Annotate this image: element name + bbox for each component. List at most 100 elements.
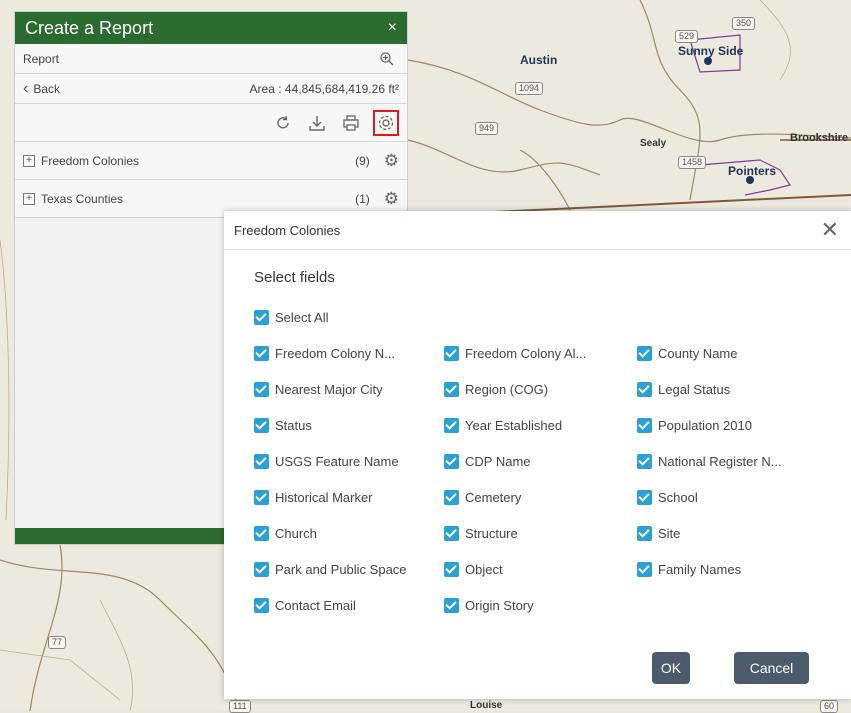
checkbox-label: Object (465, 562, 503, 577)
map-point-sunny-side[interactable] (704, 57, 712, 65)
refresh-icon[interactable] (271, 111, 295, 135)
field-checkbox[interactable]: USGS Feature Name (254, 454, 399, 469)
checkbox-checked-icon[interactable] (637, 418, 652, 433)
field-checkbox[interactable]: School (637, 490, 698, 505)
panel-close-icon[interactable]: × (388, 19, 397, 37)
field-checkbox[interactable]: Object (444, 562, 503, 577)
checkbox-label: Park and Public Space (275, 562, 407, 577)
checkbox-checked-icon[interactable] (254, 454, 269, 469)
checkbox-checked-icon[interactable] (637, 526, 652, 541)
checkbox-checked-icon[interactable] (254, 382, 269, 397)
checkbox-label: Nearest Major City (275, 382, 383, 397)
panel-header: Create a Report × (15, 12, 407, 44)
layer-count: (9) (355, 153, 370, 168)
field-checkbox[interactable]: Park and Public Space (254, 562, 407, 577)
checkbox-label: Family Names (658, 562, 742, 577)
zoom-in-icon[interactable] (375, 47, 399, 71)
field-checkbox[interactable]: Freedom Colony N... (254, 346, 395, 361)
checkbox-label: Freedom Colony Al... (465, 346, 587, 361)
field-checkbox[interactable]: Family Names (637, 562, 741, 577)
report-toolbar (15, 104, 407, 142)
checkbox-checked-icon[interactable] (254, 562, 269, 577)
map-shield: 949 (475, 122, 499, 135)
layer-name: Texas Counties (41, 191, 124, 206)
checkbox-label: Origin Story (465, 598, 534, 613)
field-checkbox[interactable]: Region (COG) (444, 382, 548, 397)
checkbox-label: County Name (658, 346, 738, 361)
field-checkbox[interactable]: Church (254, 526, 317, 541)
checkbox-checked-icon[interactable] (254, 346, 269, 361)
field-checkbox[interactable]: Status (254, 418, 312, 433)
field-checkbox[interactable]: Historical Marker (254, 490, 373, 505)
checkbox-label: Contact Email (275, 598, 356, 613)
layer-row-freedom-colonies[interactable]: + Freedom Colonies (9) ⚙ (15, 142, 407, 180)
field-checkbox[interactable]: Legal Status (637, 382, 730, 397)
expand-icon[interactable]: + (23, 154, 35, 167)
checkbox-label: CDP Name (465, 454, 531, 469)
map-label-austin: Austin (520, 53, 558, 67)
checkbox-label: Structure (465, 526, 518, 541)
checkbox-checked-icon[interactable] (444, 382, 459, 397)
layer-gear-icon[interactable]: ⚙ (384, 151, 399, 171)
checkbox-checked-icon[interactable] (637, 490, 652, 505)
layer-name: Freedom Colonies (41, 153, 140, 168)
map-shield: 529 (675, 30, 699, 43)
field-checkbox[interactable]: Contact Email (254, 598, 356, 613)
field-checkbox[interactable]: CDP Name (444, 454, 531, 469)
dialog-close-icon[interactable]: ✕ (821, 217, 839, 243)
back-button[interactable]: ‹ Back (23, 80, 60, 98)
checkbox-checked-icon[interactable] (254, 490, 269, 505)
checkbox-checked-icon[interactable] (637, 382, 652, 397)
report-row: Report (15, 44, 407, 74)
checkbox-checked-icon[interactable] (637, 346, 652, 361)
panel-title: Create a Report (25, 17, 154, 38)
checkbox-checked-icon[interactable] (637, 562, 652, 577)
checkbox-checked-icon[interactable] (444, 526, 459, 541)
checkbox-checked-icon[interactable] (254, 526, 269, 541)
field-checkbox[interactable]: Population 2010 (637, 418, 752, 433)
checkbox-label: Region (COG) (465, 382, 549, 397)
checkbox-checked-icon[interactable] (444, 562, 459, 577)
checkbox-checked-icon[interactable] (444, 418, 459, 433)
field-checkbox[interactable]: National Register N... (637, 454, 782, 469)
ok-button[interactable]: OK (652, 652, 690, 684)
checkbox-label: Site (658, 526, 681, 541)
checkbox-checked-icon[interactable] (444, 598, 459, 613)
field-checkbox[interactable]: Cemetery (444, 490, 521, 505)
settings-gear-icon[interactable] (373, 109, 399, 136)
checkbox-checked-icon[interactable] (254, 418, 269, 433)
map-shield: 111 (229, 700, 251, 713)
checkbox-checked-icon[interactable] (637, 454, 652, 469)
checkbox-label: Status (275, 418, 312, 433)
checkbox-label: Historical Marker (275, 490, 373, 505)
checkbox-checked-icon[interactable] (254, 598, 269, 613)
map-label-louise: Louise (470, 700, 503, 711)
map-label-brookshire: Brookshire (790, 132, 849, 144)
field-checkbox[interactable]: Site (637, 526, 680, 541)
download-icon[interactable] (305, 111, 329, 135)
field-checkbox[interactable]: Freedom Colony Al... (444, 346, 586, 361)
map-point-pointers[interactable] (746, 176, 754, 184)
checkbox-checked-icon[interactable] (444, 490, 459, 505)
map-shield: 60 (820, 700, 839, 713)
field-checkbox[interactable]: Origin Story (444, 598, 534, 613)
checkbox-label: School (658, 490, 698, 505)
print-icon[interactable] (339, 111, 363, 135)
field-checkbox[interactable]: Structure (444, 526, 518, 541)
checkbox-checked-icon[interactable] (444, 346, 459, 361)
field-checkbox[interactable]: County Name (637, 346, 737, 361)
field-checkbox[interactable]: Nearest Major City (254, 382, 383, 397)
cancel-button[interactable]: Cancel (734, 652, 809, 684)
chevron-left-icon: ‹ (23, 79, 29, 97)
expand-icon[interactable]: + (23, 192, 35, 205)
select-all-checkbox[interactable]: Select All (254, 310, 328, 325)
field-checkbox[interactable]: Year Established (444, 418, 562, 433)
layer-gear-icon[interactable]: ⚙ (384, 189, 399, 209)
checkbox-label: Freedom Colony N... (275, 346, 395, 361)
map-shield: 350 (732, 17, 756, 30)
checkbox-label: Cemetery (465, 490, 522, 505)
checkbox-checked-icon[interactable] (254, 310, 269, 325)
checkbox-checked-icon[interactable] (444, 454, 459, 469)
layer-count: (1) (355, 191, 370, 206)
map-label-sunny-side: Sunny Side (678, 44, 744, 58)
